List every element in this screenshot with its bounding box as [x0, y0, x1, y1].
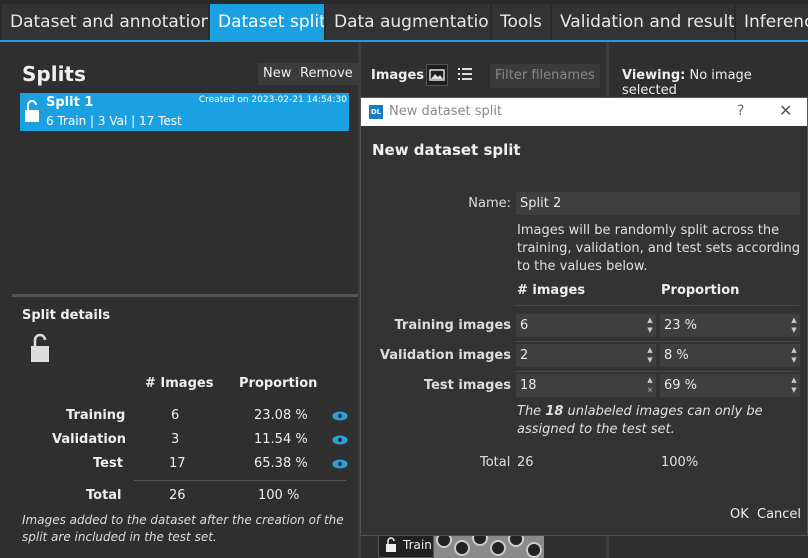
test-images-spinbox[interactable]: 18 [516, 374, 656, 397]
details-row-proportion: 23.08 % [254, 408, 308, 423]
remove-split-button[interactable]: Remove [295, 63, 358, 85]
split-name-input[interactable]: Split 2 [516, 192, 800, 215]
new-split-button[interactable]: New [258, 63, 297, 85]
split-counts: 6 Train | 3 Val | 17 Test [46, 114, 182, 128]
header-divider [515, 305, 799, 306]
viewing-label: Viewing: [622, 68, 686, 83]
thumbnail-set-label: Train [403, 538, 432, 552]
main-tab-bar: Dataset and annotations Dataset split Da… [0, 0, 808, 42]
app-logo-icon: DL [369, 105, 383, 119]
tab-dataset-split[interactable]: Dataset split [210, 4, 324, 40]
app-window: Dataset and annotations Dataset split Da… [0, 0, 808, 558]
details-row-proportion: 65.38 % [254, 456, 308, 471]
details-total-images: 26 [169, 488, 186, 503]
ok-button[interactable]: OK [730, 507, 749, 522]
dialog-total-images: 26 [517, 455, 534, 470]
split-created-date: Created on 2023-02-21 14:54:30 [198, 95, 347, 105]
spin-up-icon[interactable]: ▲ [790, 376, 798, 384]
close-icon[interactable]: ✕ [779, 101, 792, 120]
spin-up-icon[interactable]: ▲ [790, 346, 798, 354]
training-images-label: Training images [394, 318, 511, 333]
filter-filenames-input[interactable]: Filter filenames [490, 64, 600, 88]
validation-images-spinbox[interactable]: 2 [516, 344, 656, 367]
details-row-images: 3 [171, 432, 180, 447]
list-view-icon[interactable] [455, 64, 477, 86]
note-prefix: The [517, 404, 546, 419]
test-images-label: Test images [423, 378, 511, 393]
note-count: 18 [545, 404, 564, 419]
row-divider [515, 371, 799, 372]
col-proportion-header: Proportion [661, 283, 740, 298]
spin-up-icon[interactable]: ▲ [646, 316, 654, 324]
unlabeled-note: The 18 unlabeled images can only be assi… [517, 403, 801, 439]
new-split-dialog: DL New dataset split ? ✕ New dataset spl… [360, 97, 808, 536]
details-total-divider [134, 480, 346, 481]
tab-data-augmentation[interactable]: Data augmentation [326, 4, 490, 40]
training-images-spinbox[interactable]: 6 [516, 314, 656, 337]
details-col-images: # Images [145, 376, 214, 391]
dialog-total-proportion: 100% [661, 455, 699, 470]
details-row-images: 6 [171, 408, 180, 423]
spin-down-icon[interactable]: ▼ [790, 356, 798, 364]
help-button[interactable]: ? [737, 103, 744, 119]
spin-up-icon[interactable]: ▲ [646, 346, 654, 354]
images-label: Images [371, 68, 425, 83]
eye-icon[interactable] [332, 435, 348, 445]
dialog-titlebar[interactable]: DL New dataset split ? ✕ [361, 98, 807, 126]
unlock-icon [30, 332, 50, 368]
details-note: Images added to the dataset after the cr… [22, 513, 344, 544]
test-proportion-spinbox[interactable]: 69 % [660, 374, 800, 397]
splits-title: Splits [22, 62, 86, 86]
viewing-status: Viewing: No image selected [622, 68, 808, 98]
details-row-label: Validation [52, 432, 126, 447]
thumbnail-tag: Train [378, 534, 434, 558]
panel-divider[interactable] [12, 294, 358, 297]
cancel-button[interactable]: Cancel [757, 507, 801, 522]
validation-proportion-spinbox[interactable]: 8 % [660, 344, 800, 367]
spin-down-icon[interactable]: ▼ [646, 356, 654, 364]
eye-icon[interactable] [332, 459, 348, 469]
details-total-label: Total [86, 488, 122, 503]
validation-images-label: Validation images [379, 348, 511, 363]
dialog-heading: New dataset split [372, 141, 521, 159]
unlock-icon [24, 99, 40, 127]
details-row-label: Test [93, 456, 123, 471]
tab-validation-and-results[interactable]: Validation and results [552, 4, 734, 40]
details-total-proportion: 100 % [258, 488, 300, 503]
training-proportion-spinbox[interactable]: 23 % [660, 314, 800, 337]
splits-panel: Splits New Remove Split 1 6 Train | 3 Va… [12, 52, 358, 558]
dialog-total-label: Total [480, 455, 511, 470]
spin-down-disabled-icon: × [647, 386, 653, 394]
spin-up-icon[interactable]: ▲ [790, 316, 798, 324]
name-label: Name: [468, 196, 511, 211]
details-row-proportion: 11.54 % [254, 432, 308, 447]
spin-down-icon[interactable]: ▼ [790, 326, 798, 334]
row-divider [515, 341, 799, 342]
eye-icon[interactable] [332, 411, 348, 421]
col-images-header: # images [517, 283, 586, 298]
spin-down-icon[interactable]: ▼ [646, 326, 654, 334]
details-row-images: 17 [169, 456, 186, 471]
dialog-description: Images will be randomly split across the… [517, 223, 801, 274]
spin-up-icon[interactable]: ▲ [646, 376, 654, 384]
details-col-proportion: Proportion [239, 376, 318, 391]
unlock-icon [386, 537, 396, 552]
tab-dataset-and-annotations[interactable]: Dataset and annotations [2, 4, 208, 40]
details-row-label: Training [66, 408, 126, 423]
tab-inference[interactable]: Inferenc [736, 4, 808, 40]
tab-tools[interactable]: Tools [492, 4, 550, 40]
spin-down-icon[interactable]: ▼ [790, 386, 798, 394]
gallery-view-icon[interactable] [426, 64, 448, 86]
split-list-item[interactable]: Split 1 6 Train | 3 Val | 17 Test Create… [20, 93, 349, 131]
dialog-window-title: New dataset split [389, 104, 503, 119]
split-name: Split 1 [46, 95, 94, 110]
split-details-title: Split details [22, 308, 111, 323]
